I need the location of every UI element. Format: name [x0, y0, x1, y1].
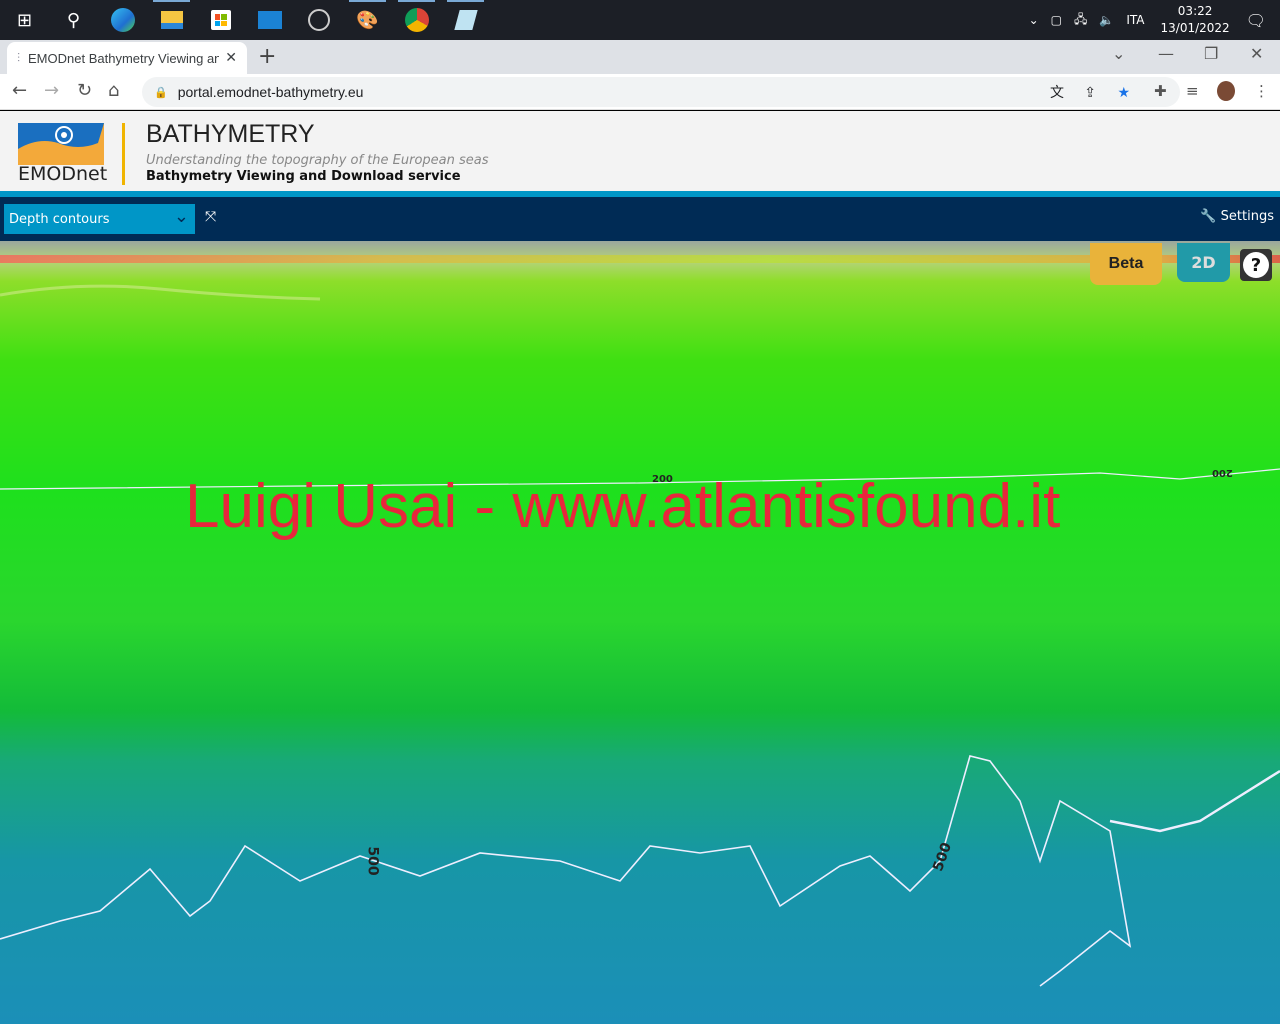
contour-lines [0, 284, 1280, 987]
fullscreen-icon[interactable]: ⤧ [205, 209, 216, 225]
beta-button[interactable]: Beta [1090, 243, 1162, 285]
volume-icon[interactable]: 🔈 [1099, 13, 1114, 27]
back-button[interactable]: ← [12, 80, 27, 101]
map-3d-view[interactable]: 200 200 500 500 Luigi Usai - www.atlanti… [0, 241, 1280, 1024]
notepad-icon[interactable] [441, 0, 490, 40]
contour-label: 200 [1212, 467, 1233, 478]
tab-search-icon[interactable]: ⌄ [1112, 44, 1125, 63]
wrench-icon: 🔧 [1200, 209, 1217, 224]
edge-icon[interactable] [98, 0, 147, 40]
mail-icon[interactable] [245, 0, 294, 40]
search-icon[interactable]: ⚲ [49, 0, 98, 40]
help-icon: ? [1243, 252, 1269, 278]
lock-icon: 🔒 [154, 86, 168, 99]
contour-500 [0, 755, 1132, 987]
file-explorer-icon[interactable] [147, 0, 196, 40]
reload-button[interactable]: ↻ [77, 80, 92, 101]
store-icon[interactable] [196, 0, 245, 40]
windows-start-icon[interactable]: ⊞ [0, 0, 49, 40]
site-header: EMODnet BATHYMETRY Understanding the top… [0, 111, 1280, 191]
date: 13/01/2022 [1160, 21, 1230, 35]
extensions-icon[interactable]: ✚ [1154, 82, 1167, 100]
network-icon[interactable]: 🖧 [1074, 10, 1087, 31]
camera-icon[interactable]: ▢ [1051, 13, 1062, 27]
ridge [0, 284, 321, 301]
menu-icon[interactable]: ⋮ [1254, 82, 1269, 100]
emodnet-logo[interactable] [18, 123, 104, 165]
close-window-button[interactable]: ✕ [1250, 44, 1263, 63]
watermark-text: Luigi Usai - www.atlantisfound.it [185, 472, 1061, 541]
tab-title: EMODnet Bathymetry Viewing and Download … [28, 50, 220, 66]
time: 03:22 [1177, 4, 1213, 18]
minimize-button[interactable]: — [1158, 44, 1174, 63]
logo-text: EMODnet [18, 163, 108, 185]
paint-icon[interactable]: 🎨 [343, 0, 392, 40]
browser-toolbar: ← → ↻ ⌂ 🔒 portal.emodnet-bathymetry.eu 文… [0, 74, 1280, 110]
contour-label: 500 [364, 846, 381, 876]
home-button[interactable]: ⌂ [108, 80, 119, 101]
bookmark-star-icon[interactable]: ★ [1117, 84, 1130, 101]
tab-strip: ⫶ EMODnet Bathymetry Viewing and Downloa… [0, 40, 1280, 74]
notifications-icon[interactable]: 🗨 [1246, 11, 1266, 30]
new-tab-button[interactable]: + [258, 44, 276, 69]
page-subtitle: Understanding the topography of the Euro… [146, 153, 489, 168]
settings-button[interactable]: 🔧 Settings [1200, 209, 1274, 224]
help-button[interactable]: ? [1240, 249, 1272, 281]
divider [122, 123, 125, 185]
taskbar: ⊞ ⚲ 🎨 ⌄ ▢ 🖧 🔈 ITA 03:22 13/01/2022 🗨 [0, 0, 1280, 40]
close-tab-icon[interactable]: ✕ [225, 50, 237, 66]
profile-avatar[interactable] [1217, 81, 1235, 101]
browser-tab[interactable]: ⫶ EMODnet Bathymetry Viewing and Downloa… [7, 42, 247, 74]
contour-500-right [1109, 769, 1280, 833]
media-control-icon[interactable]: ≡ [1186, 82, 1199, 100]
page-title: BATHYMETRY [146, 120, 315, 148]
obs-icon[interactable] [294, 0, 343, 40]
app-toolbar: Depth contours ⌄ ⤧ 🔧 Settings [0, 197, 1280, 241]
translate-icon[interactable]: 文 [1050, 82, 1064, 102]
layer-select-value: Depth contours [9, 211, 110, 227]
settings-label: Settings [1220, 209, 1274, 224]
clock[interactable]: 03:22 13/01/2022 [1161, 3, 1230, 37]
2d-toggle-button[interactable]: 2D [1177, 243, 1230, 282]
restore-button[interactable]: ❐ [1204, 44, 1218, 63]
layer-select[interactable]: Depth contours ⌄ [4, 204, 195, 234]
favicon-icon: ⫶ [17, 50, 21, 65]
address-bar[interactable]: 🔒 portal.emodnet-bathymetry.eu 文 ⇪ ★ [142, 77, 1180, 107]
language-indicator[interactable]: ITA [1126, 13, 1144, 27]
forward-button[interactable]: → [44, 80, 59, 101]
chevron-down-icon: ⌄ [173, 206, 189, 227]
service-name: Bathymetry Viewing and Download service [146, 169, 461, 184]
url-text: portal.emodnet-bathymetry.eu [177, 84, 364, 100]
share-icon[interactable]: ⇪ [1084, 84, 1096, 101]
chrome-icon[interactable] [392, 0, 441, 40]
chevron-up-icon[interactable]: ⌄ [1029, 13, 1039, 27]
